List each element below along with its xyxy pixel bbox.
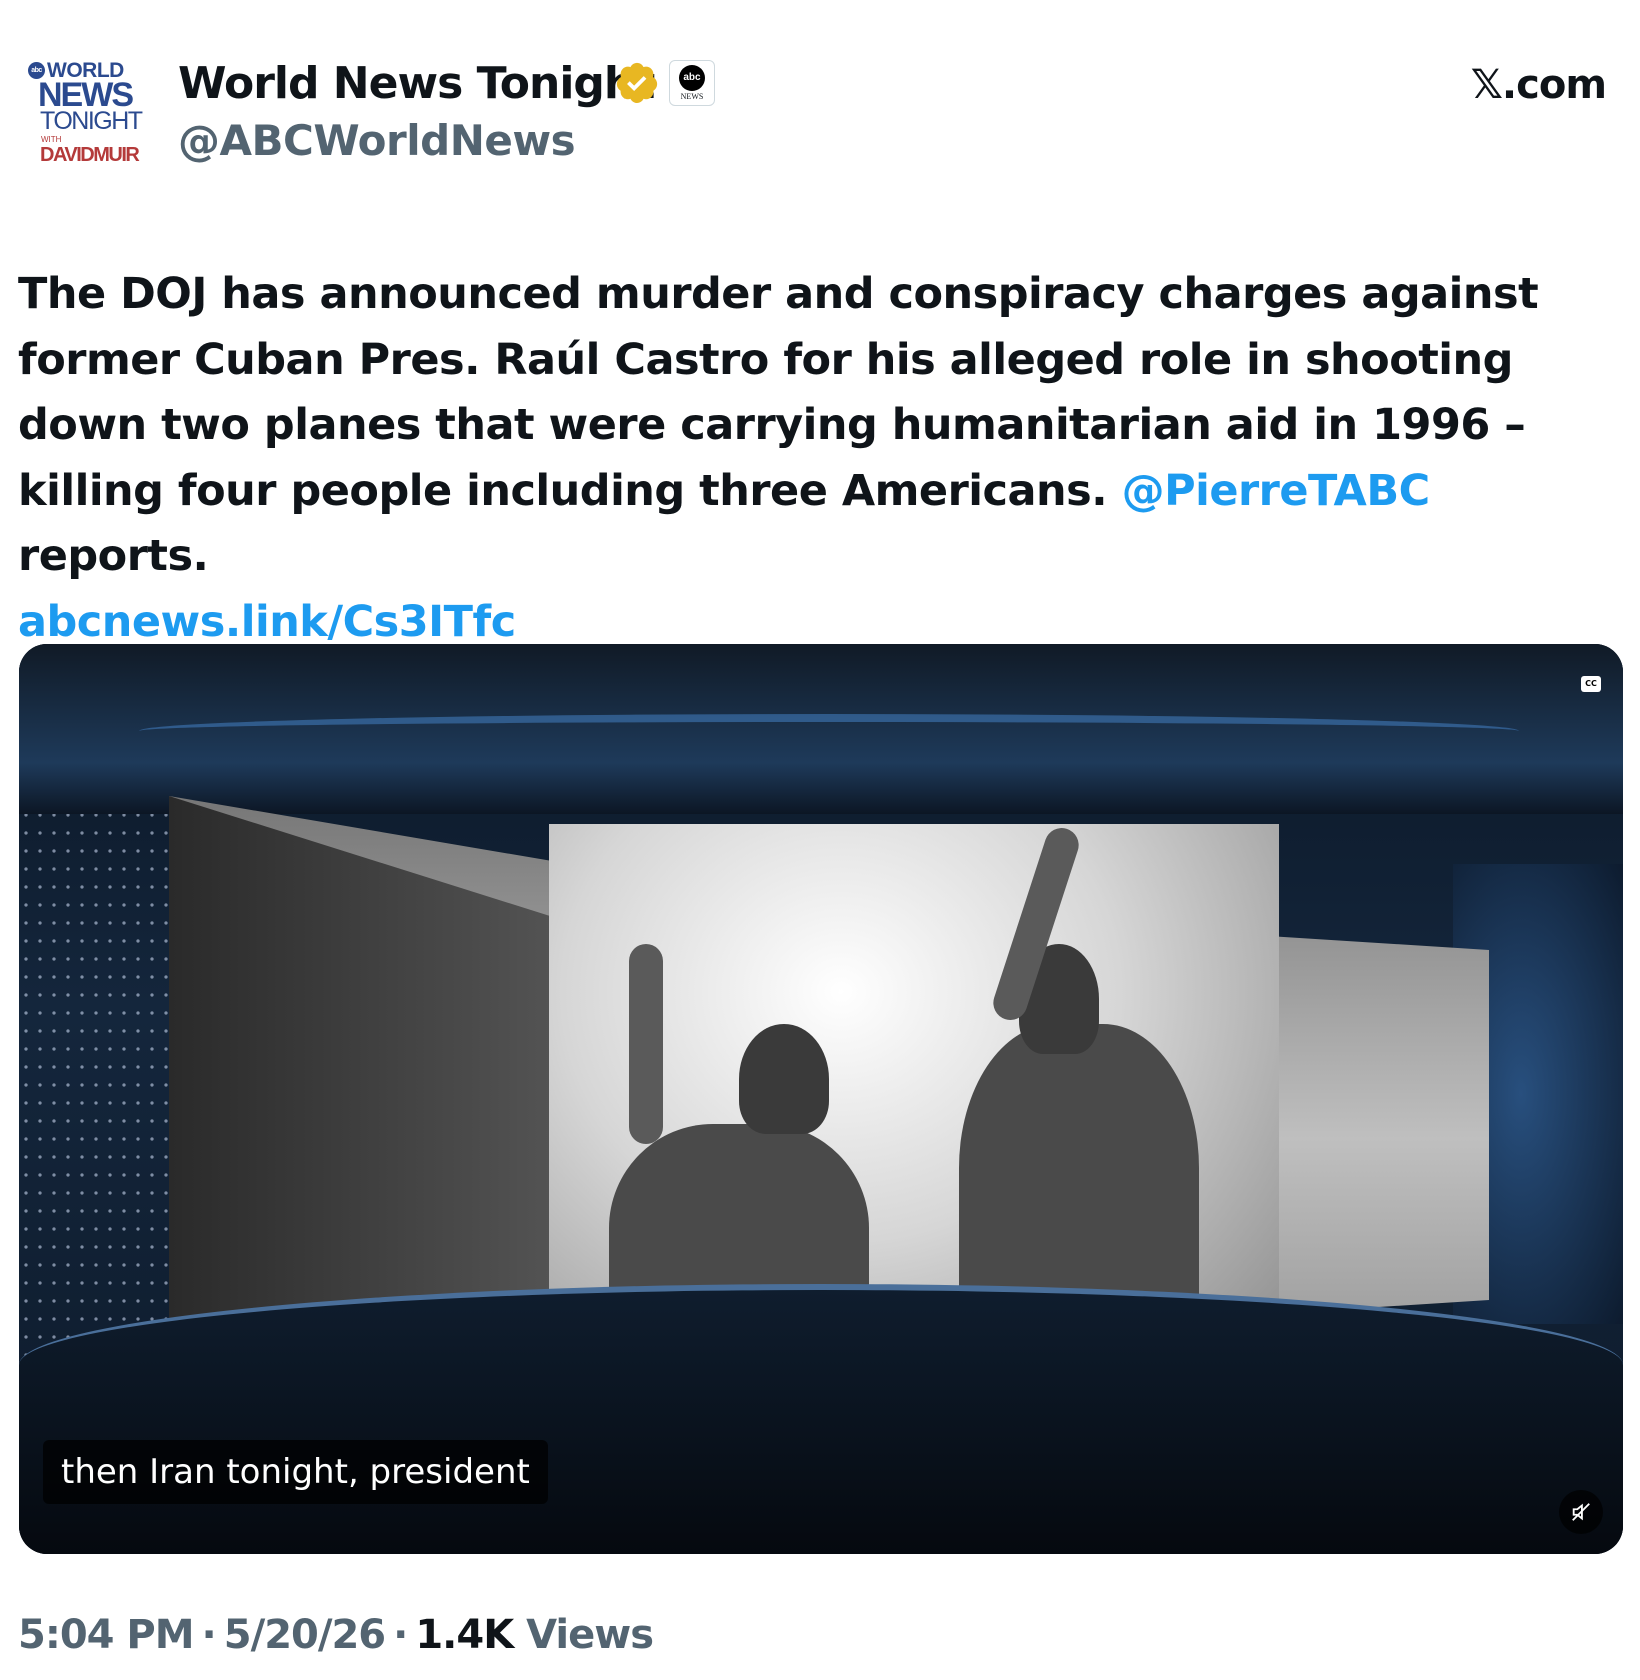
tweet-meta: 5:04 PM · 5/20/26 · 1.4K Views — [18, 1612, 654, 1658]
video-player[interactable]: CC then Iran tonight, president — [19, 644, 1623, 1554]
video-caption: then Iran tonight, president — [43, 1440, 548, 1504]
tweet-time[interactable]: 5:04 PM — [18, 1612, 195, 1658]
display-name[interactable]: World News Tonight — [178, 58, 655, 109]
views-label: Views — [526, 1612, 654, 1658]
mute-button[interactable] — [1559, 1490, 1603, 1534]
site-label: 𝕏.com — [1470, 62, 1607, 108]
views-count: 1.4K — [415, 1612, 514, 1658]
tweet-text: The DOJ has announced murder and conspir… — [18, 269, 1539, 647]
abc-news-logo-icon: abc — [679, 65, 705, 91]
url-link[interactable]: abcnews.link/Cs3ITfc — [18, 597, 516, 647]
tweet-date[interactable]: 5/20/26 — [224, 1612, 386, 1658]
verified-badge-icon — [616, 62, 658, 104]
mention-link[interactable]: @PierreTABC — [1122, 466, 1431, 516]
avatar[interactable]: abc WORLD NEWS TONIGHT WITH DAVIDMUIR — [28, 56, 146, 166]
muted-speaker-icon — [1572, 1503, 1590, 1521]
user-handle[interactable]: @ABCWorldNews — [178, 116, 576, 165]
closed-captions-button[interactable]: CC — [1581, 676, 1601, 692]
affiliate-badge[interactable]: abc NEWS — [669, 60, 715, 106]
